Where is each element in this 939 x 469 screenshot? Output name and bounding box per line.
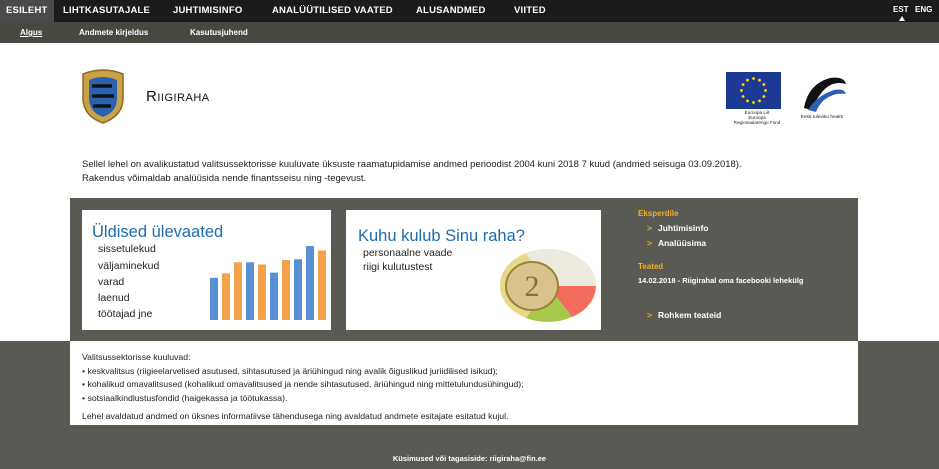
panel-general-line: sissetulekud	[98, 243, 156, 255]
panel-where-money-goes[interactable]: Kuhu kulub Sinu raha? personaalne vaade …	[346, 210, 601, 330]
graphic-bar	[306, 246, 314, 320]
sub-navigation: Algus Andmete kirjeldus Kasutusjuhend	[0, 22, 939, 43]
panel-money-line: personaalne vaade	[363, 247, 453, 259]
panel-general-line: töötajad jne	[98, 308, 153, 320]
eesti-swoosh-icon	[804, 77, 846, 112]
site-title[interactable]: Riigiraha	[146, 88, 210, 105]
top-navigation: ESILEHT LIHTKASUTAJALE JUHTIMISINFO ANAL…	[0, 0, 939, 22]
news-item[interactable]: 14.02.2018 - Riigirahal oma facebooki le…	[638, 276, 803, 285]
arrow-icon: >	[647, 223, 652, 233]
arrow-icon: >	[647, 310, 652, 320]
footer: Küsimused või tagasiside: riigiraha@fin.…	[0, 425, 939, 469]
intro-line-2: Rakendus võimaldab analüüsida nende fina…	[82, 173, 367, 184]
eesti-logo: Eesti tuleviku heaks	[794, 72, 849, 132]
panel-money-line: riigi kulutustest	[363, 261, 433, 273]
news-heading: Teated	[638, 262, 664, 271]
link-label: Analüüsima	[657, 238, 707, 248]
graphic-bar	[318, 250, 326, 320]
active-lang-caret-icon	[899, 16, 905, 21]
nav-alusandmed[interactable]: ALUSANDMED	[416, 0, 486, 22]
link-label: Rohkem teateid	[657, 310, 722, 320]
subnav-kasutusjuhend[interactable]: Kasutusjuhend	[190, 22, 248, 43]
nav-viited[interactable]: VIITED	[514, 0, 546, 22]
eu-logo-caption: Euroopa Liit Euroopa Regionaalarengu Fon…	[733, 110, 781, 126]
coat-of-arms-icon	[82, 69, 124, 124]
link-label: Juhtimisinfo	[657, 223, 709, 233]
graphic-bar	[222, 273, 230, 320]
subnav-andmete-kirjeldus[interactable]: Andmete kirjeldus	[79, 22, 148, 43]
pie-chart-coin-icon: 2	[499, 248, 597, 322]
eu-flag-icon	[726, 72, 781, 109]
svg-text:2: 2	[525, 270, 540, 303]
eesti-logo-caption: Eesti tuleviku heaks	[800, 115, 844, 120]
eu-logo: Euroopa Liit Euroopa Regionaalarengu Fon…	[726, 72, 781, 132]
lang-est[interactable]: EST	[893, 5, 909, 14]
nav-analuutilised-vaated[interactable]: ANALÜÜTILISED VAATED	[272, 0, 393, 22]
experts-heading: Eksperdile	[638, 209, 679, 218]
panel-general-line: laenud	[98, 292, 130, 304]
link-more-news[interactable]: > Rohkem teateid	[647, 310, 721, 320]
graphic-bar	[282, 260, 290, 320]
graphic-bar	[270, 272, 278, 320]
panel-general-title[interactable]: Üldised ülevaated	[92, 223, 223, 242]
bar-chart-graphic	[210, 246, 326, 320]
nav-esileht[interactable]: ESILEHT	[0, 0, 54, 22]
info-heading: Valitsussektorisse kuuluvad:	[82, 352, 191, 362]
intro-text: Sellel lehel on avalikustatud valitsusse…	[70, 146, 858, 198]
panel-general-line: varad	[98, 276, 125, 288]
arrow-icon: >	[647, 238, 652, 248]
nav-lihtkasutajale[interactable]: LIHTKASUTAJALE	[63, 0, 150, 22]
info-bullet: • keskvalitsus (riigieelarvelised asutus…	[82, 365, 498, 376]
graphic-bar	[294, 259, 302, 320]
nav-juhtimisinfo[interactable]: JUHTIMISINFO	[173, 0, 242, 22]
panel-general-overviews[interactable]: Üldised ülevaated sissetulekud väljamine…	[82, 210, 331, 330]
info-box: Valitsussektorisse kuuluvad: • keskvalit…	[70, 341, 858, 425]
subnav-algus[interactable]: Algus	[20, 22, 42, 43]
link-analuusima[interactable]: > Analüüsima	[647, 238, 706, 248]
footer-contact[interactable]: Küsimused või tagasiside: riigiraha@fin.…	[0, 454, 939, 463]
overview-band: Üldised ülevaated sissetulekud väljamine…	[70, 198, 858, 341]
graphic-bar	[234, 262, 242, 320]
info-bullet: • sotsiaalkindlustusfondid (haigekassa j…	[82, 392, 288, 403]
graphic-bar	[258, 264, 266, 320]
intro-line-1: Sellel lehel on avalikustatud valitsusse…	[82, 159, 742, 170]
link-juhtimisinfo[interactable]: > Juhtimisinfo	[647, 223, 709, 233]
disclaimer-text: Lehel avaldatud andmed on üksnes informa…	[82, 411, 509, 421]
panel-general-line: väljaminekud	[98, 260, 160, 272]
lang-eng[interactable]: ENG	[915, 5, 932, 14]
info-bullet: • kohalikud omavalitsused (kohalikud oma…	[82, 379, 524, 389]
graphic-bar	[246, 262, 254, 320]
graphic-bar	[210, 277, 218, 320]
